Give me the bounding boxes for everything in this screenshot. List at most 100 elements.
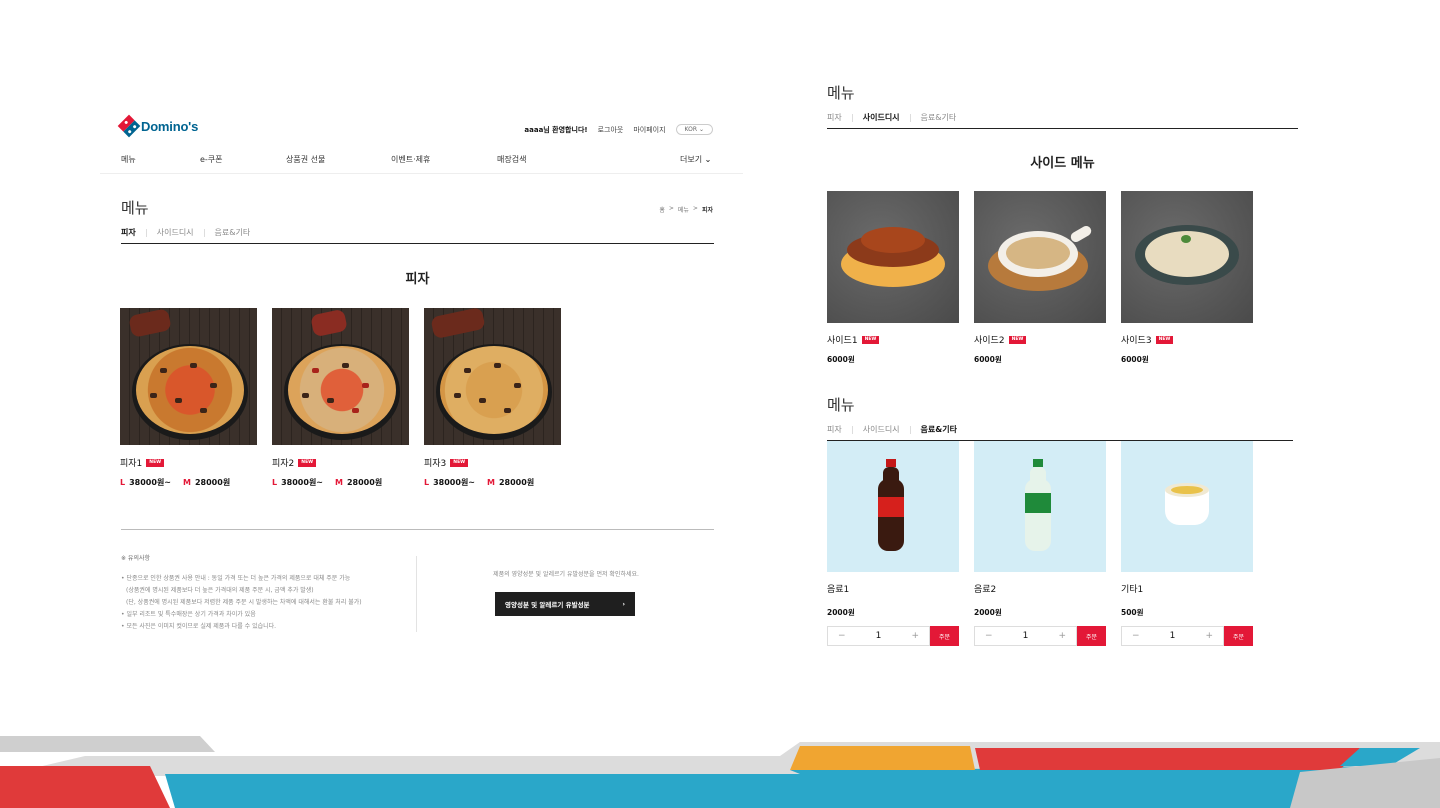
price-l: 38000원~ — [281, 478, 324, 487]
order-button[interactable]: 주문 — [930, 626, 959, 646]
size-l-label: L — [120, 478, 126, 487]
drink-price: 2000원 — [827, 608, 855, 617]
mypage-link[interactable]: 마이페이지 — [633, 125, 665, 135]
nav-giftcard[interactable]: 상품권 선물 — [286, 154, 325, 165]
side-card[interactable]: 사이드1 NEW 6000원 — [827, 191, 959, 365]
side-page-title: 메뉴 — [827, 84, 855, 102]
logout-link[interactable]: 로그아웃 — [598, 125, 624, 135]
utility-nav: aaaa님 환영합니다! 로그아웃 마이페이지 KOR ⌄ — [524, 124, 713, 135]
size-m-label: M — [183, 478, 191, 487]
tab-pizza[interactable]: 피자 — [121, 227, 136, 238]
breadcrumb: 홈 > 메뉴 > 피자 — [659, 205, 713, 214]
minus-button[interactable]: − — [1132, 631, 1140, 641]
price-m: 28000원 — [498, 478, 535, 487]
nutrition-info-text: 제품의 영양성분 및 알레르기 유발성분을 먼저 확인하세요. — [493, 571, 639, 578]
notice-box: ※ 유의사항 • 단종으로 인한 상품권 사용 안내 : 동일 가격 또는 더 … — [121, 553, 362, 633]
nav-event[interactable]: 이벤트·제휴 — [391, 154, 430, 165]
chevron-right-icon: › — [622, 600, 625, 608]
size-m-label: M — [335, 478, 343, 487]
side-section-title: 사이드 메뉴 — [1030, 156, 1095, 171]
tab-drink[interactable]: 음료&기타 — [921, 424, 957, 435]
drink-price: 500원 — [1121, 608, 1144, 617]
page-title: 메뉴 — [121, 199, 149, 217]
order-button[interactable]: 주문 — [1224, 626, 1253, 646]
drink-image — [1121, 441, 1253, 572]
price-m: 28000원 — [346, 478, 383, 487]
drink-image — [827, 441, 959, 572]
decorative-stripes — [0, 736, 1440, 808]
minus-button[interactable]: − — [838, 631, 846, 641]
quantity-value[interactable]: 1 — [876, 631, 882, 641]
quantity-stepper: − 1 + 주문 — [1121, 626, 1253, 646]
nav-menu[interactable]: 메뉴 — [121, 154, 136, 165]
side-price: 6000원 — [974, 355, 1002, 364]
breadcrumb-sep: > — [692, 205, 698, 212]
quantity-value[interactable]: 1 — [1170, 631, 1176, 641]
notice-item: • 모든 사진은 이미지 컷이므로 실제 제품과 다를 수 있습니다. — [121, 623, 277, 630]
drink-name: 기타1 — [1121, 585, 1144, 595]
drink-image — [974, 441, 1106, 572]
language-value: KOR — [684, 126, 698, 133]
notice-item: • 일부 리조트 및 특수매장은 상기 가격과 차이가 있음 — [121, 611, 256, 618]
drink-card[interactable]: 음료2 2000원 − 1 + 주문 — [974, 441, 1106, 646]
new-badge: NEW — [450, 458, 469, 467]
drink-card[interactable]: 음료1 2000원 − 1 + 주문 — [827, 441, 959, 646]
plus-button[interactable]: + — [911, 631, 919, 641]
side-card[interactable]: 사이드2 NEW 6000원 — [974, 191, 1106, 365]
pizza-name: 피자3 — [424, 459, 447, 469]
pizza-image — [424, 308, 561, 445]
drink-menu-tabs: 피자 사이드디시 음료&기타 — [827, 424, 957, 435]
price-l: 38000원~ — [129, 478, 172, 487]
brand-logo[interactable]: Domino's — [117, 114, 198, 138]
drink-card[interactable]: 기타1 500원 − 1 + 주문 — [1121, 441, 1253, 646]
drink-page-title: 메뉴 — [827, 396, 855, 414]
tab-side[interactable]: 사이드디시 — [157, 227, 194, 238]
notice-divider — [416, 556, 417, 632]
size-l-label: L — [424, 478, 430, 487]
tab-side[interactable]: 사이드디시 — [863, 424, 900, 435]
new-badge: NEW — [1008, 335, 1027, 344]
tab-pizza[interactable]: 피자 — [827, 424, 842, 435]
language-select[interactable]: KOR ⌄ — [675, 124, 713, 135]
nav-divider — [100, 173, 743, 174]
quantity-stepper: − 1 + 주문 — [827, 626, 959, 646]
new-badge: NEW — [146, 458, 165, 467]
side-image — [974, 191, 1106, 323]
pizza-name: 피자1 — [120, 459, 143, 469]
minus-button[interactable]: − — [985, 631, 993, 641]
pizza-card[interactable]: 피자1 NEW L 38000원~ M 28000원 — [120, 308, 257, 488]
pizza-card[interactable]: 피자2 NEW L 38000원~ M 28000원 — [272, 308, 409, 488]
nutrition-button-label: 영양성분 및 알레르기 유발성분 — [505, 601, 590, 609]
price-l: 38000원~ — [433, 478, 476, 487]
tab-pizza[interactable]: 피자 — [827, 112, 842, 123]
menu-tabs: 피자 사이드디시 음료&기타 — [121, 227, 250, 238]
tab-drink[interactable]: 음료&기타 — [921, 112, 957, 123]
quantity-stepper: − 1 + 주문 — [974, 626, 1106, 646]
side-price: 6000원 — [827, 355, 855, 364]
breadcrumb-menu[interactable]: 메뉴 — [678, 205, 689, 214]
nav-more-label: 더보기 — [680, 155, 703, 164]
notice-item: • 단종으로 인한 상품권 사용 안내 : 동일 가격 또는 더 높은 가격의 … — [121, 575, 351, 582]
section-title: 피자 — [405, 272, 430, 287]
new-badge: NEW — [298, 458, 317, 467]
nutrition-button[interactable]: 영양성분 및 알레르기 유발성분 › — [495, 592, 635, 616]
side-price: 6000원 — [1121, 355, 1149, 364]
plus-button[interactable]: + — [1205, 631, 1213, 641]
tab-side[interactable]: 사이드디시 — [863, 112, 900, 123]
order-button[interactable]: 주문 — [1077, 626, 1106, 646]
tab-underline — [121, 243, 714, 244]
side-image — [827, 191, 959, 323]
tab-underline — [827, 128, 1298, 129]
quantity-value[interactable]: 1 — [1023, 631, 1029, 641]
side-name: 사이드2 — [974, 336, 1005, 346]
breadcrumb-home[interactable]: 홈 — [659, 205, 665, 214]
nav-store-search[interactable]: 매장검색 — [497, 154, 526, 165]
tab-drink[interactable]: 음료&기타 — [215, 227, 251, 238]
nav-ecoupon[interactable]: e-쿠폰 — [200, 154, 223, 165]
pizza-card[interactable]: 피자3 NEW L 38000원~ M 28000원 — [424, 308, 561, 488]
side-name: 사이드3 — [1121, 336, 1152, 346]
plus-button[interactable]: + — [1058, 631, 1066, 641]
side-card[interactable]: 사이드3 NEW 6000원 — [1121, 191, 1253, 365]
nav-more[interactable]: 더보기 ⌄ — [680, 154, 711, 165]
drink-price: 2000원 — [974, 608, 1002, 617]
